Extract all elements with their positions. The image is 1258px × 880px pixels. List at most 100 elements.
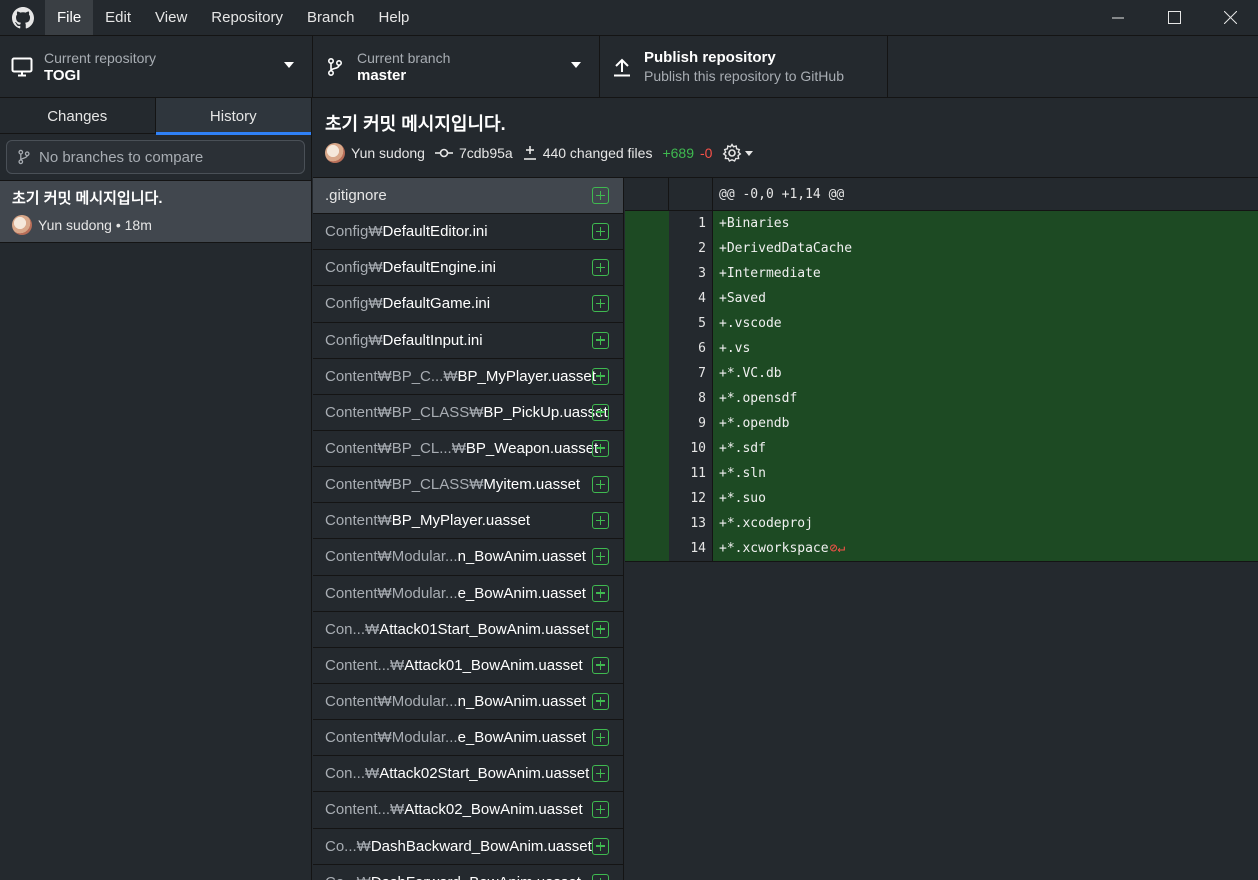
- menu-item-repository[interactable]: Repository: [199, 0, 295, 35]
- file-name: Attack02_BowAnim.uasset: [404, 801, 583, 819]
- file-added-icon: [592, 223, 609, 241]
- file-name: Attack02Start_BowAnim.uasset: [379, 765, 590, 783]
- file-dir: Config₩: [325, 223, 383, 241]
- menu-item-help[interactable]: Help: [367, 0, 422, 35]
- close-icon: [1223, 11, 1237, 24]
- commit-list-item-author-time: Yun sudong • 18m: [38, 217, 152, 233]
- file-added-icon: [592, 295, 609, 313]
- tab-changes[interactable]: Changes: [0, 98, 156, 134]
- diff-line: 5 +.vscode: [625, 311, 1258, 336]
- current-branch-button[interactable]: Current branch master: [313, 36, 600, 98]
- current-branch-name: master: [357, 67, 407, 84]
- commit-author: Yun sudong: [351, 145, 425, 161]
- publish-repository-button[interactable]: Publish repository Publish this reposito…: [600, 36, 888, 98]
- file-name: BP_MyPlayer.uasset: [457, 367, 596, 385]
- menu-item-view[interactable]: View: [143, 0, 199, 35]
- file-list-item[interactable]: Content...₩ Attack02_BowAnim.uasset: [313, 792, 623, 829]
- file-list-item[interactable]: Content₩Modular... e_BowAnim.uasset: [313, 720, 623, 757]
- diff-settings-button[interactable]: [722, 143, 754, 163]
- file-list-item[interactable]: Content...₩ Attack01_BowAnim.uasset: [313, 648, 623, 684]
- file-dir: Content₩Modular...: [325, 693, 458, 711]
- file-list-item[interactable]: Content₩BP_C...₩ BP_MyPlayer.uasset: [313, 359, 623, 395]
- git-branch-icon: [18, 149, 30, 165]
- file-dir: Content...₩: [325, 801, 405, 819]
- file-added-icon: [592, 801, 609, 819]
- file-dir: Content₩BP_C...₩: [325, 367, 458, 385]
- file-dir: Content₩BP_CLASS₩: [325, 403, 484, 421]
- file-list-item[interactable]: Content₩BP_CL...₩ BP_Weapon.uasset: [313, 431, 623, 468]
- menu-item-branch[interactable]: Branch: [295, 0, 367, 35]
- gear-icon: [723, 143, 742, 162]
- commit-list-item[interactable]: 초기 커밋 메시지입니다. Yun sudong • 18m: [0, 180, 311, 243]
- chevron-down-icon: [745, 150, 754, 156]
- diff-line: 11 +*.sln: [625, 461, 1258, 486]
- file-list-item[interactable]: Config₩ DefaultEngine.ini: [313, 250, 623, 287]
- file-added-icon: [592, 548, 609, 566]
- file-added-icon: [592, 476, 609, 494]
- maximize-button[interactable]: [1146, 0, 1202, 35]
- file-list-item[interactable]: Co...₩DashForward_BowAnim.uasset: [313, 865, 623, 880]
- line-number: 12: [669, 486, 713, 511]
- chevron-down-icon: [284, 62, 294, 68]
- upload-icon: [600, 57, 644, 77]
- file-name: BP_Weapon.uasset: [465, 440, 599, 458]
- tab-history[interactable]: History: [155, 98, 311, 135]
- file-name: BP_MyPlayer.uasset: [391, 512, 531, 530]
- current-branch-label: Current branch: [357, 50, 451, 66]
- file-added-icon: [592, 729, 609, 747]
- current-repository-label: Current repository: [44, 50, 157, 66]
- branch-compare-placeholder: No branches to compare: [39, 148, 204, 166]
- diff-line: 1 +Binaries: [625, 211, 1258, 236]
- current-repository-button[interactable]: Current repository TOGI: [0, 36, 313, 98]
- commit-list-item-title: 초기 커밋 메시지입니다.: [12, 190, 163, 207]
- commit-sha[interactable]: 7cdb95a: [459, 145, 513, 161]
- line-number: 10: [669, 436, 713, 461]
- file-name: e_BowAnim.uasset: [457, 729, 586, 747]
- file-added-icon: [592, 331, 609, 349]
- file-list-item[interactable]: Config₩ DefaultGame.ini: [313, 286, 623, 323]
- menu-item-edit[interactable]: Edit: [93, 0, 143, 35]
- file-list-item[interactable]: Content₩ BP_MyPlayer.uasset: [313, 503, 623, 540]
- toolbar: Current repository TOGI Current branch m…: [0, 35, 1258, 98]
- commit-summary: 초기 커밋 메시지입니다. Yun sudong 7cdb95a 440 cha…: [313, 98, 1258, 178]
- file-list-item[interactable]: Con...₩ Attack01Start_BowAnim.uasset: [313, 612, 623, 648]
- file-list-item[interactable]: Config₩ DefaultInput.ini: [313, 323, 623, 359]
- diff-line-text: +*.opendb: [719, 416, 790, 431]
- file-list-item[interactable]: Content₩Modular... n_BowAnim.uasset: [313, 684, 623, 721]
- diff-line: 14 +*.xcworkspace⊘↵: [625, 536, 1258, 561]
- file-name: DefaultEngine.ini: [382, 259, 496, 277]
- file-list-item[interactable]: Co...₩ DashBackward_BowAnim.uasset: [313, 829, 623, 865]
- file-dir: Co...₩: [325, 837, 371, 855]
- branch-compare-input[interactable]: No branches to compare: [6, 140, 305, 174]
- diff-line: 4 +Saved: [625, 286, 1258, 311]
- file-list-item[interactable]: .gitignore: [313, 178, 623, 215]
- minimize-button[interactable]: [1090, 0, 1146, 35]
- file-dir: Content₩: [325, 512, 392, 530]
- file-list-item[interactable]: Con...₩ Attack02Start_BowAnim.uasset: [313, 756, 623, 793]
- line-number: 8: [669, 386, 713, 411]
- file-name: DefaultInput.ini: [382, 331, 483, 349]
- file-list-item[interactable]: Content₩BP_CLASS₩ Myitem.uasset: [313, 467, 623, 504]
- diff-line: 2 +DerivedDataCache: [625, 236, 1258, 261]
- publish-repository-title: Publish repository: [644, 49, 776, 66]
- file-name: n_BowAnim.uasset: [457, 693, 586, 711]
- file-name: Attack01Start_BowAnim.uasset: [379, 620, 590, 638]
- file-dir: Config₩: [325, 295, 383, 313]
- file-dir: Config₩: [325, 331, 383, 349]
- line-number: 1: [669, 211, 713, 236]
- file-list-item[interactable]: Content₩Modular... e_BowAnim.uasset: [313, 576, 623, 612]
- diff-line-text: +*.xcworkspace: [719, 541, 829, 556]
- file-dir: Co...₩: [325, 874, 371, 880]
- diff-lines: 1 +Binaries 2 +DerivedDataCache 3 +Intermedia…: [625, 211, 1258, 561]
- file-dir: Content₩BP_CL...₩: [325, 440, 466, 458]
- menu-item-file[interactable]: File: [45, 0, 94, 35]
- changed-files-list: .gitignore Config₩ DefaultEditor.ini Config…: [313, 178, 624, 880]
- github-logo-icon: [0, 0, 45, 35]
- file-list-item[interactable]: Config₩ DefaultEditor.ini: [313, 214, 623, 251]
- file-name: DefaultGame.ini: [382, 295, 491, 313]
- diff-line-text: +.vs: [719, 341, 751, 356]
- file-list-item[interactable]: Content₩BP_CLASS₩ BP_PickUp.uasset: [313, 395, 623, 431]
- git-branch-icon: [313, 57, 357, 77]
- close-button[interactable]: [1202, 0, 1258, 35]
- file-list-item[interactable]: Content₩Modular... n_BowAnim.uasset: [313, 539, 623, 576]
